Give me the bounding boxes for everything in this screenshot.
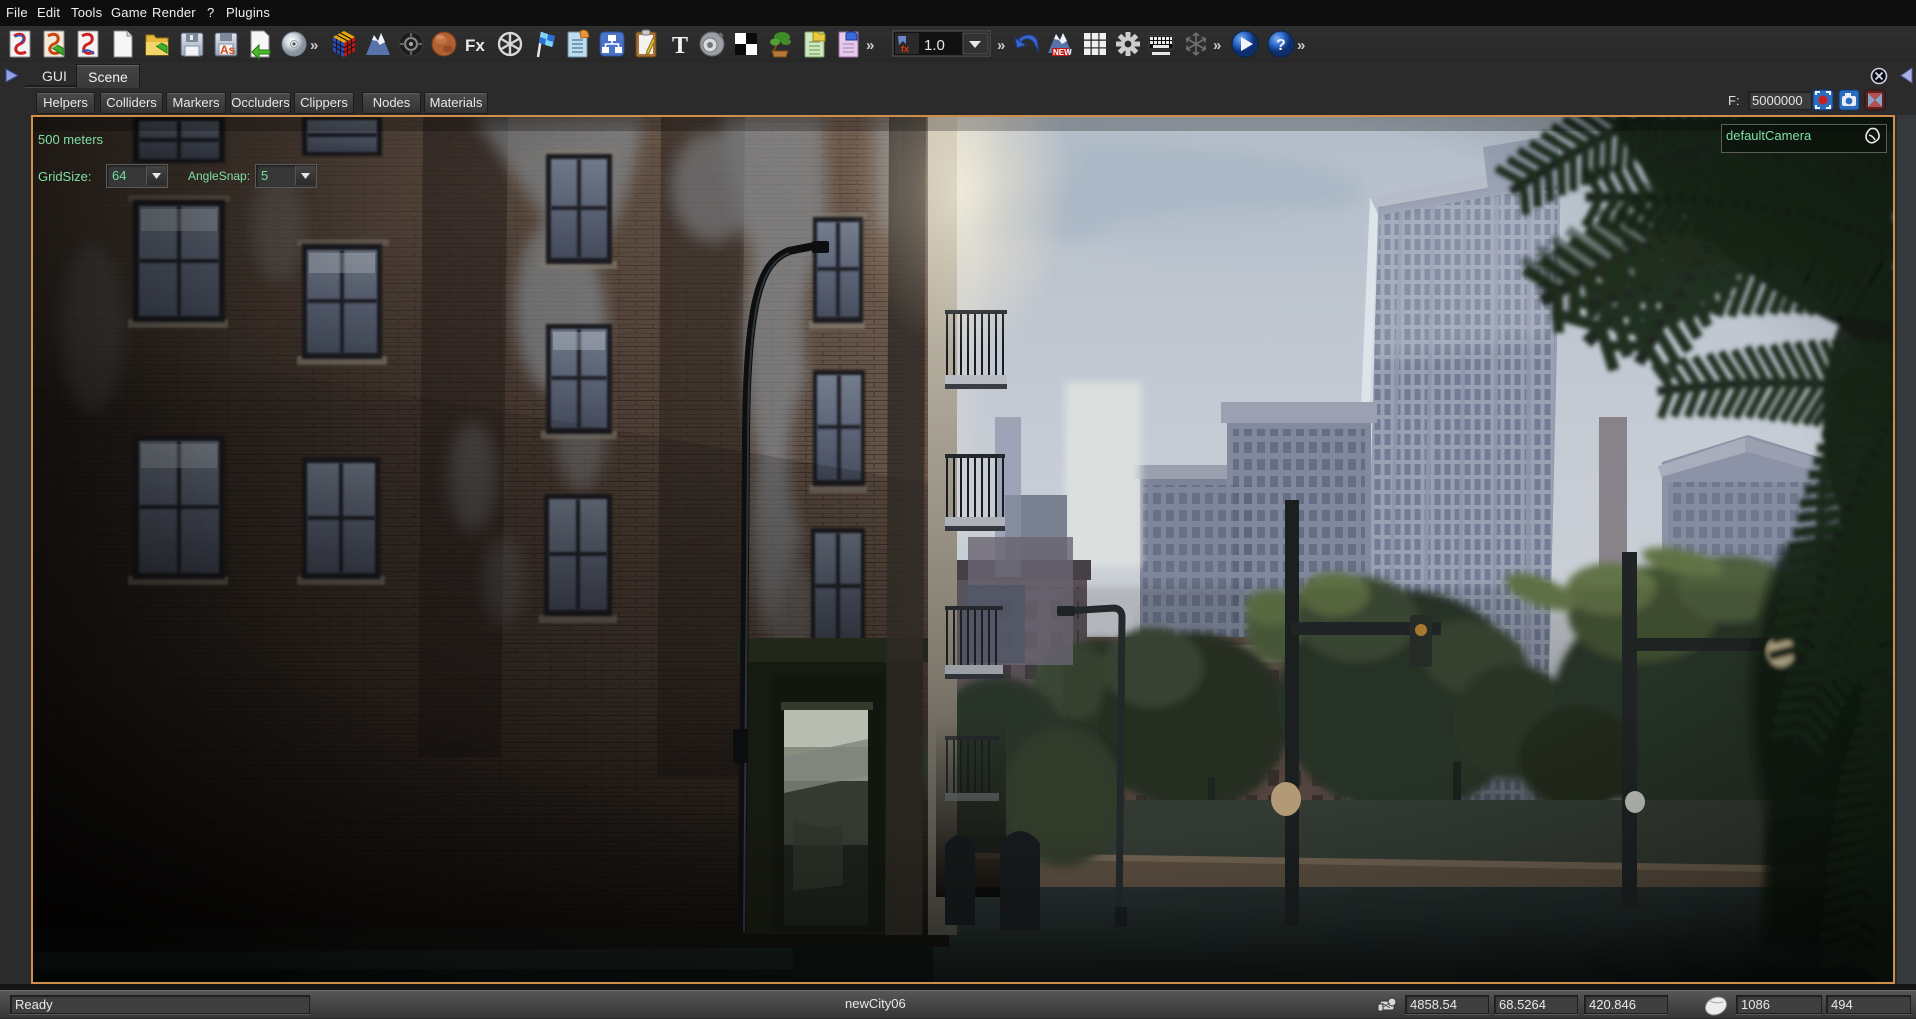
svg-text:NEW: NEW bbox=[1053, 48, 1072, 57]
svg-text:»: » bbox=[997, 37, 1005, 54]
svg-text:Fx: Fx bbox=[465, 36, 485, 55]
svg-text:T: T bbox=[672, 33, 688, 59]
svg-text:»: » bbox=[1213, 37, 1221, 54]
svg-text:?: ? bbox=[1276, 37, 1286, 54]
svg-text:»: » bbox=[866, 37, 874, 54]
svg-text:1.0: 1.0 bbox=[924, 37, 945, 54]
svg-text:As: As bbox=[220, 43, 236, 57]
svg-text:»: » bbox=[310, 37, 318, 54]
svg-text:»: » bbox=[1297, 37, 1305, 54]
svg-text:fx: fx bbox=[901, 44, 909, 54]
